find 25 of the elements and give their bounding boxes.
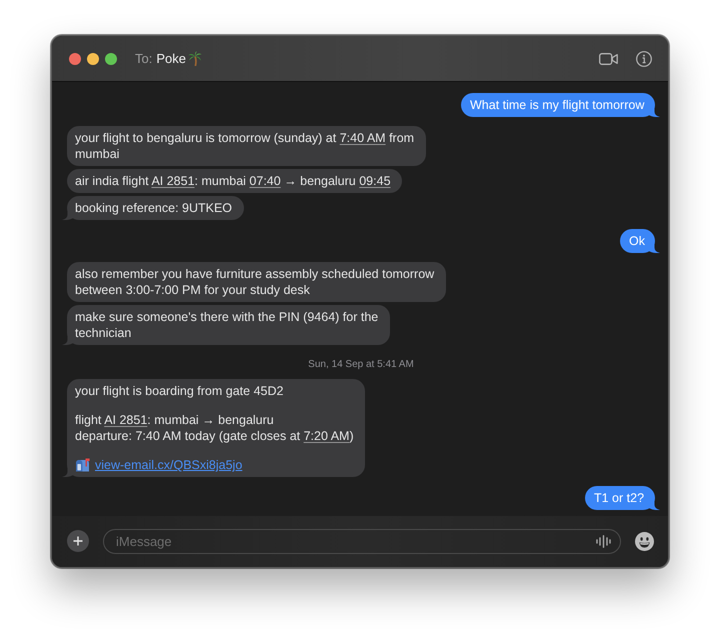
message-text: flight AI 2851: mumbai → bengaluru departure: 7:40 AM today (gate closes at 7:20 AM)	[75, 412, 355, 444]
waveform-icon[interactable]	[596, 534, 611, 548]
to-label: To:	[135, 51, 152, 66]
smiley-icon[interactable]	[635, 532, 654, 550]
message-text: T1 or t2?	[594, 490, 646, 506]
add-button[interactable]	[67, 530, 89, 552]
message-text: What time is my flight tomorrow	[470, 97, 646, 113]
message-text: booking reference: 9UTKEO	[75, 200, 234, 216]
timestamp: Sun, 14 Sep at 5:41 AM	[308, 359, 414, 371]
mailbox-icon	[75, 458, 90, 472]
message-text: Ok	[629, 233, 646, 249]
info-icon[interactable]	[636, 50, 652, 66]
video-camera-icon[interactable]	[599, 52, 618, 64]
message-text: your flight to bengaluru is tomorrow (sunday) at 7:40 AM from mumbai	[75, 130, 416, 162]
message-text: make sure someone's there with the PIN (9464) for the technician	[75, 309, 380, 341]
minimize-button[interactable]	[87, 52, 99, 64]
recipient-name[interactable]: Poke	[156, 51, 186, 66]
message-text: your flight is boarding from gate 45D2	[75, 383, 284, 399]
message-input-field[interactable]: iMessage	[103, 528, 621, 554]
message-text: also remember you have furniture assembly scheduled tomorrow between 3:00-7:00 PM for your study desk	[75, 266, 436, 298]
palm-tree-icon	[188, 51, 202, 66]
zoom-button[interactable]	[105, 52, 117, 64]
close-button[interactable]	[69, 52, 81, 64]
message-text: air india flight AI 2851: mumbai 07:40 → bengaluru 09:45	[75, 173, 392, 189]
plus-icon	[73, 536, 83, 546]
